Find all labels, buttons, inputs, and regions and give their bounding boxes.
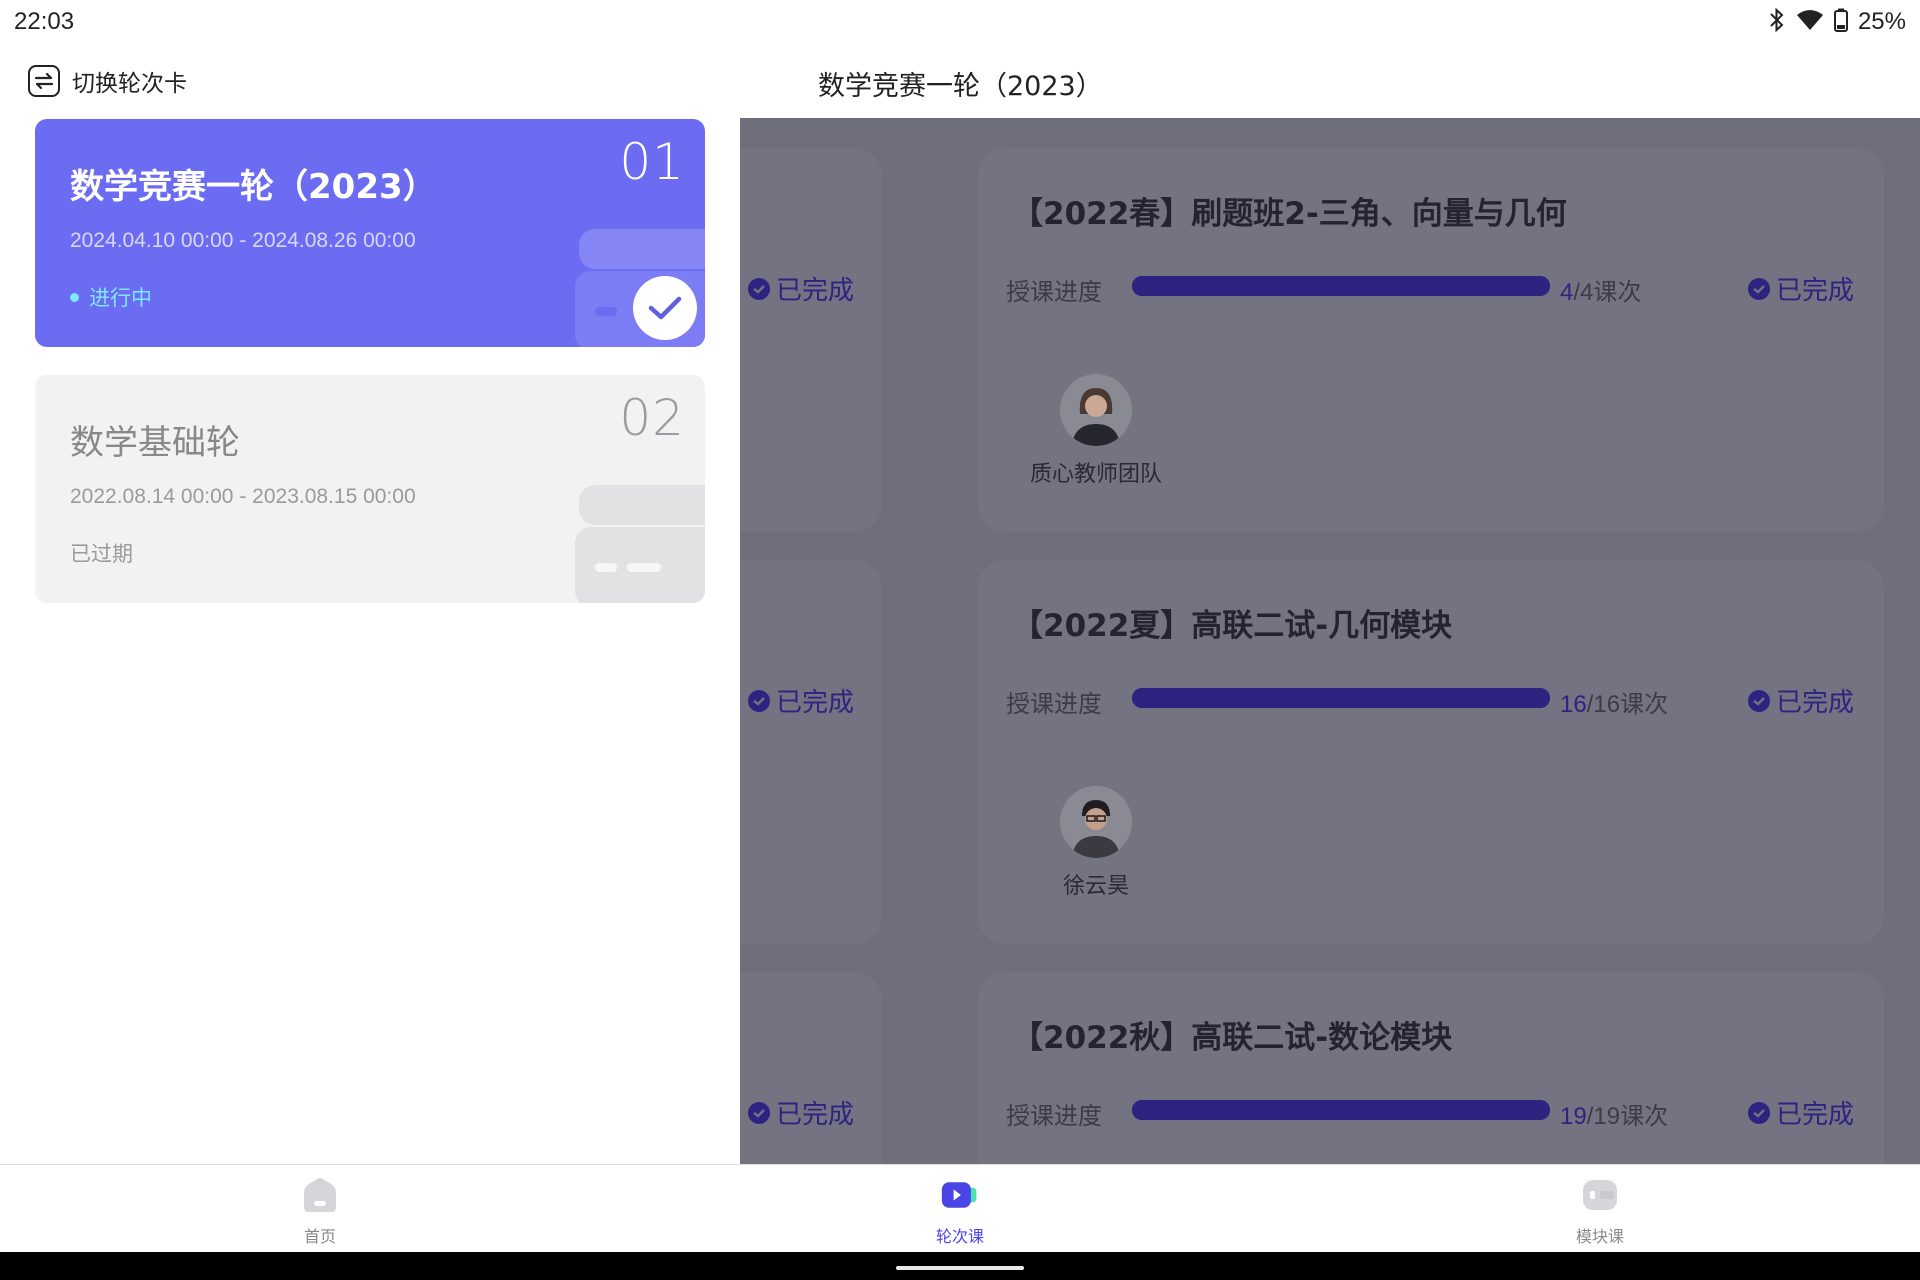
round-status: 进行中 xyxy=(70,282,152,312)
status-dot-icon xyxy=(70,292,79,302)
done-label: 已完成 xyxy=(1776,1100,1855,1130)
done-label: 已完成 xyxy=(776,688,855,718)
round-status: 已过期 xyxy=(70,538,133,568)
progress-count: 19/19课次 xyxy=(1560,1096,1668,1131)
nav-module-course-label: 模块课 xyxy=(1575,1227,1624,1246)
round-number: 02 xyxy=(619,389,685,447)
course-card[interactable]: 【2022春】刷题班2-三角、向量与几何 授课进度 4/4课次 已完成 质心教师… xyxy=(978,148,1884,532)
progress-label: 授课进度 xyxy=(1006,278,1102,306)
gesture-bar xyxy=(0,1252,1920,1280)
check-circle-icon xyxy=(748,1101,770,1124)
course-list-overlay[interactable]: 已完成 【2022春】刷题班2-三角、向量与几何 授课进度 4/4课次 已完成 … xyxy=(740,118,1920,1164)
bluetooth-icon xyxy=(1768,7,1786,36)
teacher-name: 徐云昊 xyxy=(1062,874,1129,899)
check-circle-icon xyxy=(1748,277,1770,300)
course-title: 【2022春】刷题班2-三角、向量与几何 xyxy=(1012,196,1567,232)
teacher-name: 质心教师团队 xyxy=(1029,462,1162,487)
course-card-partial: 已完成 xyxy=(740,148,882,532)
status-time: 22:03 xyxy=(14,8,75,35)
progress-count: 4/4课次 xyxy=(1560,272,1641,307)
check-circle-icon xyxy=(1748,689,1770,712)
round-title: 数学基础轮 xyxy=(70,423,240,463)
bottom-nav: 首页 轮次课 模块课 xyxy=(0,1164,1920,1252)
round-card-panel: 01 数学竞赛一轮（2023） 2024.04.10 00:00 - 2024.… xyxy=(0,118,740,1164)
round-title: 数学竞赛一轮（2023） xyxy=(70,167,437,207)
wifi-icon xyxy=(1796,8,1824,36)
teacher-avatar xyxy=(1060,786,1132,858)
nav-home-label: 首页 xyxy=(303,1227,336,1246)
status-bar: 22:03 25% xyxy=(0,0,1920,44)
progress-done: 16 xyxy=(1560,691,1587,718)
done-label: 已完成 xyxy=(776,1100,855,1130)
progress-done: 4 xyxy=(1560,279,1574,306)
course-card[interactable]: 【2022秋】高联二试-数论模块 授课进度 19/19课次 已完成 xyxy=(978,972,1884,1164)
module-icon xyxy=(1580,1175,1620,1215)
progress-bar xyxy=(1132,1100,1550,1120)
home-gesture-handle[interactable] xyxy=(896,1266,1024,1270)
round-status-label: 进行中 xyxy=(89,286,152,310)
teacher: 徐云昊 xyxy=(1026,786,1166,900)
round-card-02[interactable]: 02 数学基础轮 2022.08.14 00:00 - 2023.08.15 0… xyxy=(35,375,705,603)
teacher: 质心教师团队 xyxy=(1026,374,1166,488)
status-icons: 25% xyxy=(1768,6,1906,38)
teacher-avatar xyxy=(1060,374,1132,446)
check-circle-icon xyxy=(748,689,770,712)
done-badge: 已完成 xyxy=(1748,682,1854,719)
progress-count: 16/16课次 xyxy=(1560,684,1668,719)
switch-icon xyxy=(28,65,60,97)
done-label: 已完成 xyxy=(776,276,855,306)
switch-round-label: 切换轮次卡 xyxy=(72,71,187,97)
done-badge: 已完成 xyxy=(748,1094,854,1131)
progress-label: 授课进度 xyxy=(1006,690,1102,718)
course-card[interactable]: 【2022夏】高联二试-几何模块 授课进度 16/16课次 已完成 徐云昊 xyxy=(978,560,1884,944)
progress-fill xyxy=(1132,688,1550,708)
round-card-01[interactable]: 01 数学竞赛一轮（2023） 2024.04.10 00:00 - 2024.… xyxy=(35,119,705,347)
nav-round-course[interactable]: 轮次课 xyxy=(900,1175,1020,1247)
progress-bar xyxy=(1132,276,1550,296)
done-badge: 已完成 xyxy=(1748,1094,1854,1131)
video-icon xyxy=(940,1175,980,1215)
page-title: 数学竞赛一轮（2023） xyxy=(818,71,1103,102)
progress-total: /16课次 xyxy=(1586,691,1669,718)
progress-total: /19课次 xyxy=(1586,1103,1669,1130)
switch-round-button[interactable]: 切换轮次卡 xyxy=(28,64,187,98)
done-label: 已完成 xyxy=(1776,688,1855,718)
done-badge: 已完成 xyxy=(1748,270,1854,307)
round-date-range: 2022.08.14 00:00 - 2023.08.15 00:00 xyxy=(70,485,416,508)
card-decoration-icon xyxy=(575,485,705,603)
round-status-label: 已过期 xyxy=(70,542,133,566)
done-badge: 已完成 xyxy=(748,270,854,307)
battery-icon xyxy=(1833,8,1848,36)
progress-done: 19 xyxy=(1560,1103,1587,1130)
course-title: 【2022夏】高联二试-几何模块 xyxy=(1012,608,1453,644)
nav-home[interactable]: 首页 xyxy=(260,1175,380,1247)
course-card-partial: 已完成 xyxy=(740,560,882,944)
nav-round-course-label: 轮次课 xyxy=(935,1227,984,1246)
progress-fill xyxy=(1132,1100,1550,1120)
check-circle-icon xyxy=(748,277,770,300)
course-card-partial: 已完成 xyxy=(740,972,882,1164)
check-circle-icon xyxy=(1748,1101,1770,1124)
round-number: 01 xyxy=(619,133,685,191)
progress-total: /4课次 xyxy=(1573,279,1642,306)
done-label: 已完成 xyxy=(1776,276,1855,306)
progress-bar xyxy=(1132,688,1550,708)
progress-label: 授课进度 xyxy=(1006,1102,1102,1130)
battery-level: 25% xyxy=(1857,8,1906,35)
round-date-range: 2024.04.10 00:00 - 2024.08.26 00:00 xyxy=(70,229,416,252)
course-title: 【2022秋】高联二试-数论模块 xyxy=(1012,1020,1453,1056)
home-icon xyxy=(300,1175,340,1215)
selected-check-icon xyxy=(633,276,697,340)
progress-fill xyxy=(1132,276,1550,296)
nav-module-course[interactable]: 模块课 xyxy=(1540,1175,1660,1247)
done-badge: 已完成 xyxy=(748,682,854,719)
